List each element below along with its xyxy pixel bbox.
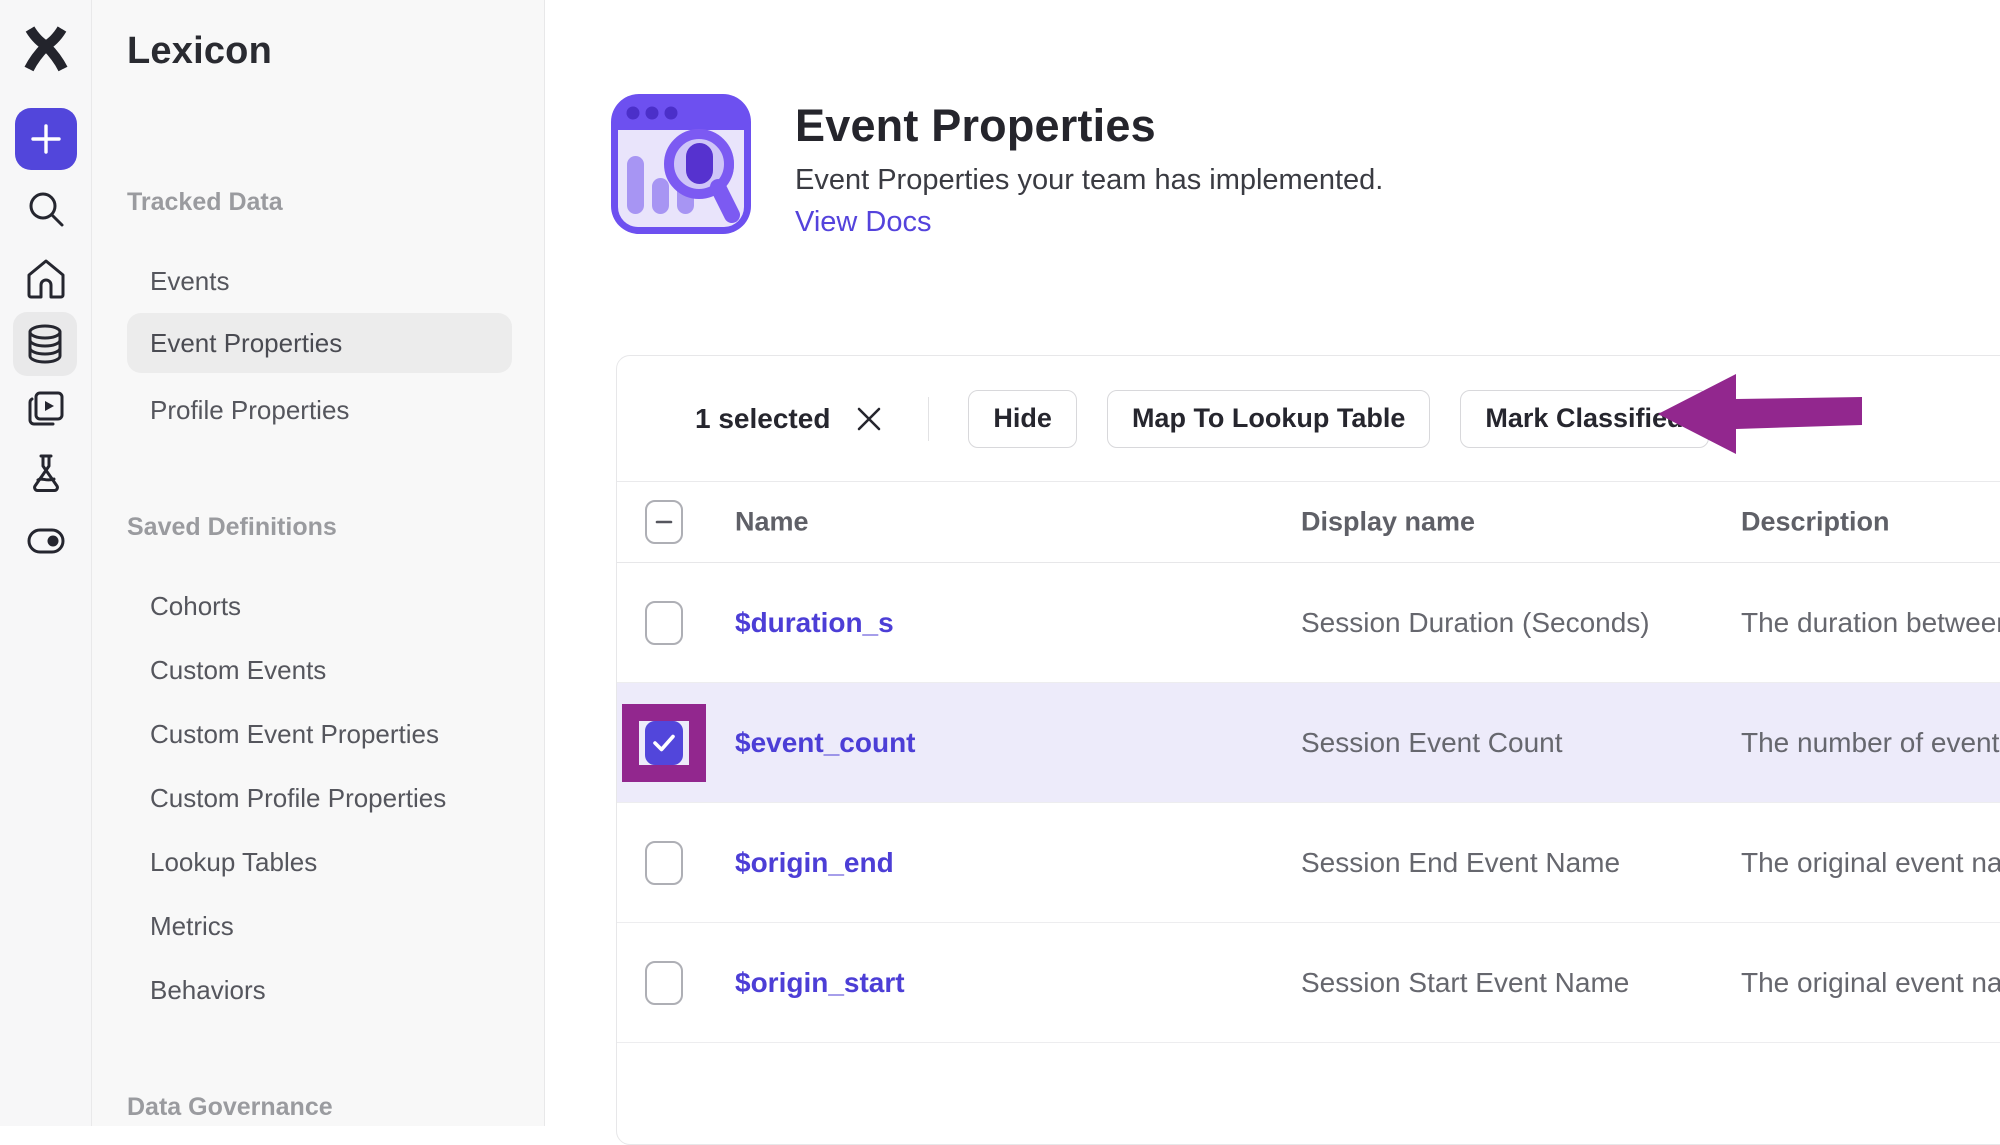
table-header-row: Name Display name Description <box>617 482 2000 563</box>
icon-rail <box>0 0 92 1126</box>
feature-toggle-icon[interactable] <box>27 526 65 556</box>
column-header-name: Name <box>735 507 809 538</box>
sidebar-item-behaviors[interactable]: Behaviors <box>150 975 266 1005</box>
selected-count-label: 1 selected <box>695 403 830 435</box>
property-name-link[interactable]: $origin_end <box>735 847 894 879</box>
search-icon[interactable] <box>25 188 67 230</box>
sidebar-item-custom-event-properties[interactable]: Custom Event Properties <box>150 719 439 749</box>
column-header-display-name: Display name <box>1301 507 1475 538</box>
sidebar-item-cohorts[interactable]: Cohorts <box>150 591 241 621</box>
lexicon-sidebar: Lexicon Tracked Data Events Event Proper… <box>92 0 545 1126</box>
experiments-flask-icon[interactable] <box>27 452 65 492</box>
view-docs-link[interactable]: View Docs <box>795 206 931 239</box>
boards-video-icon[interactable] <box>27 390 65 428</box>
mixpanel-logo[interactable] <box>22 24 70 74</box>
property-display-name: Session End Event Name <box>1301 847 1620 879</box>
section-header-saved-definitions: Saved Definitions <box>127 513 337 542</box>
sidebar-item-event-properties[interactable]: Event Properties <box>127 313 512 373</box>
property-description: The duration between <box>1741 607 2000 639</box>
row-checkbox-checked[interactable] <box>645 721 683 765</box>
property-description: The number of events <box>1741 727 2000 759</box>
property-display-name: Session Event Count <box>1301 727 1563 759</box>
event-properties-table-card: 1 selected Hide Map To Lookup Table Mark… <box>616 355 2000 1145</box>
sidebar-item-label: Event Properties <box>150 328 342 359</box>
section-header-tracked-data: Tracked Data <box>127 188 283 217</box>
sidebar-item-custom-profile-properties[interactable]: Custom Profile Properties <box>150 783 446 813</box>
page-subtitle: Event Properties your team has implement… <box>795 164 1383 197</box>
row-checkbox[interactable] <box>645 961 683 1005</box>
sidebar-item-lookup-tables[interactable]: Lookup Tables <box>150 847 317 877</box>
table-row: $duration_s Session Duration (Seconds) T… <box>617 563 2000 683</box>
row-checkbox[interactable] <box>645 601 683 645</box>
map-to-lookup-table-button[interactable]: Map To Lookup Table <box>1107 390 1430 448</box>
property-display-name: Session Duration (Seconds) <box>1301 607 1650 639</box>
property-name-link[interactable]: $origin_start <box>735 967 905 999</box>
toolbar-divider <box>928 397 929 441</box>
property-display-name: Session Start Event Name <box>1301 967 1629 999</box>
page-title: Event Properties <box>795 100 1156 152</box>
hide-button[interactable]: Hide <box>968 390 1077 448</box>
column-header-description: Description <box>1741 507 1890 538</box>
property-name-link[interactable]: $event_count <box>735 727 916 759</box>
lexicon-data-icon-active[interactable] <box>13 312 77 376</box>
create-new-button[interactable] <box>15 108 77 170</box>
event-properties-illustration-icon <box>611 94 751 234</box>
select-all-checkbox-indeterminate[interactable] <box>645 500 683 544</box>
table-row: $origin_start Session Start Event Name T… <box>617 923 2000 1043</box>
property-name-link[interactable]: $duration_s <box>735 607 894 639</box>
mark-classified-button[interactable]: Mark Classified <box>1460 390 1708 448</box>
sidebar-item-custom-events[interactable]: Custom Events <box>150 655 326 685</box>
table-row-selected: $event_count Session Event Count The num… <box>617 683 2000 803</box>
selection-toolbar: 1 selected Hide Map To Lookup Table Mark… <box>617 356 2000 482</box>
sidebar-title: Lexicon <box>127 30 272 73</box>
clear-selection-icon[interactable] <box>856 406 882 432</box>
row-checkbox[interactable] <box>645 841 683 885</box>
sidebar-item-events[interactable]: Events <box>150 266 230 296</box>
table-row: $origin_end Session End Event Name The o… <box>617 803 2000 923</box>
sidebar-item-metrics[interactable]: Metrics <box>150 911 234 941</box>
property-description: The original event nam <box>1741 847 2000 879</box>
home-icon[interactable] <box>26 258 66 300</box>
property-description: The original event nam <box>1741 967 2000 999</box>
section-header-data-governance: Data Governance <box>127 1093 333 1122</box>
sidebar-item-profile-properties[interactable]: Profile Properties <box>150 395 349 425</box>
